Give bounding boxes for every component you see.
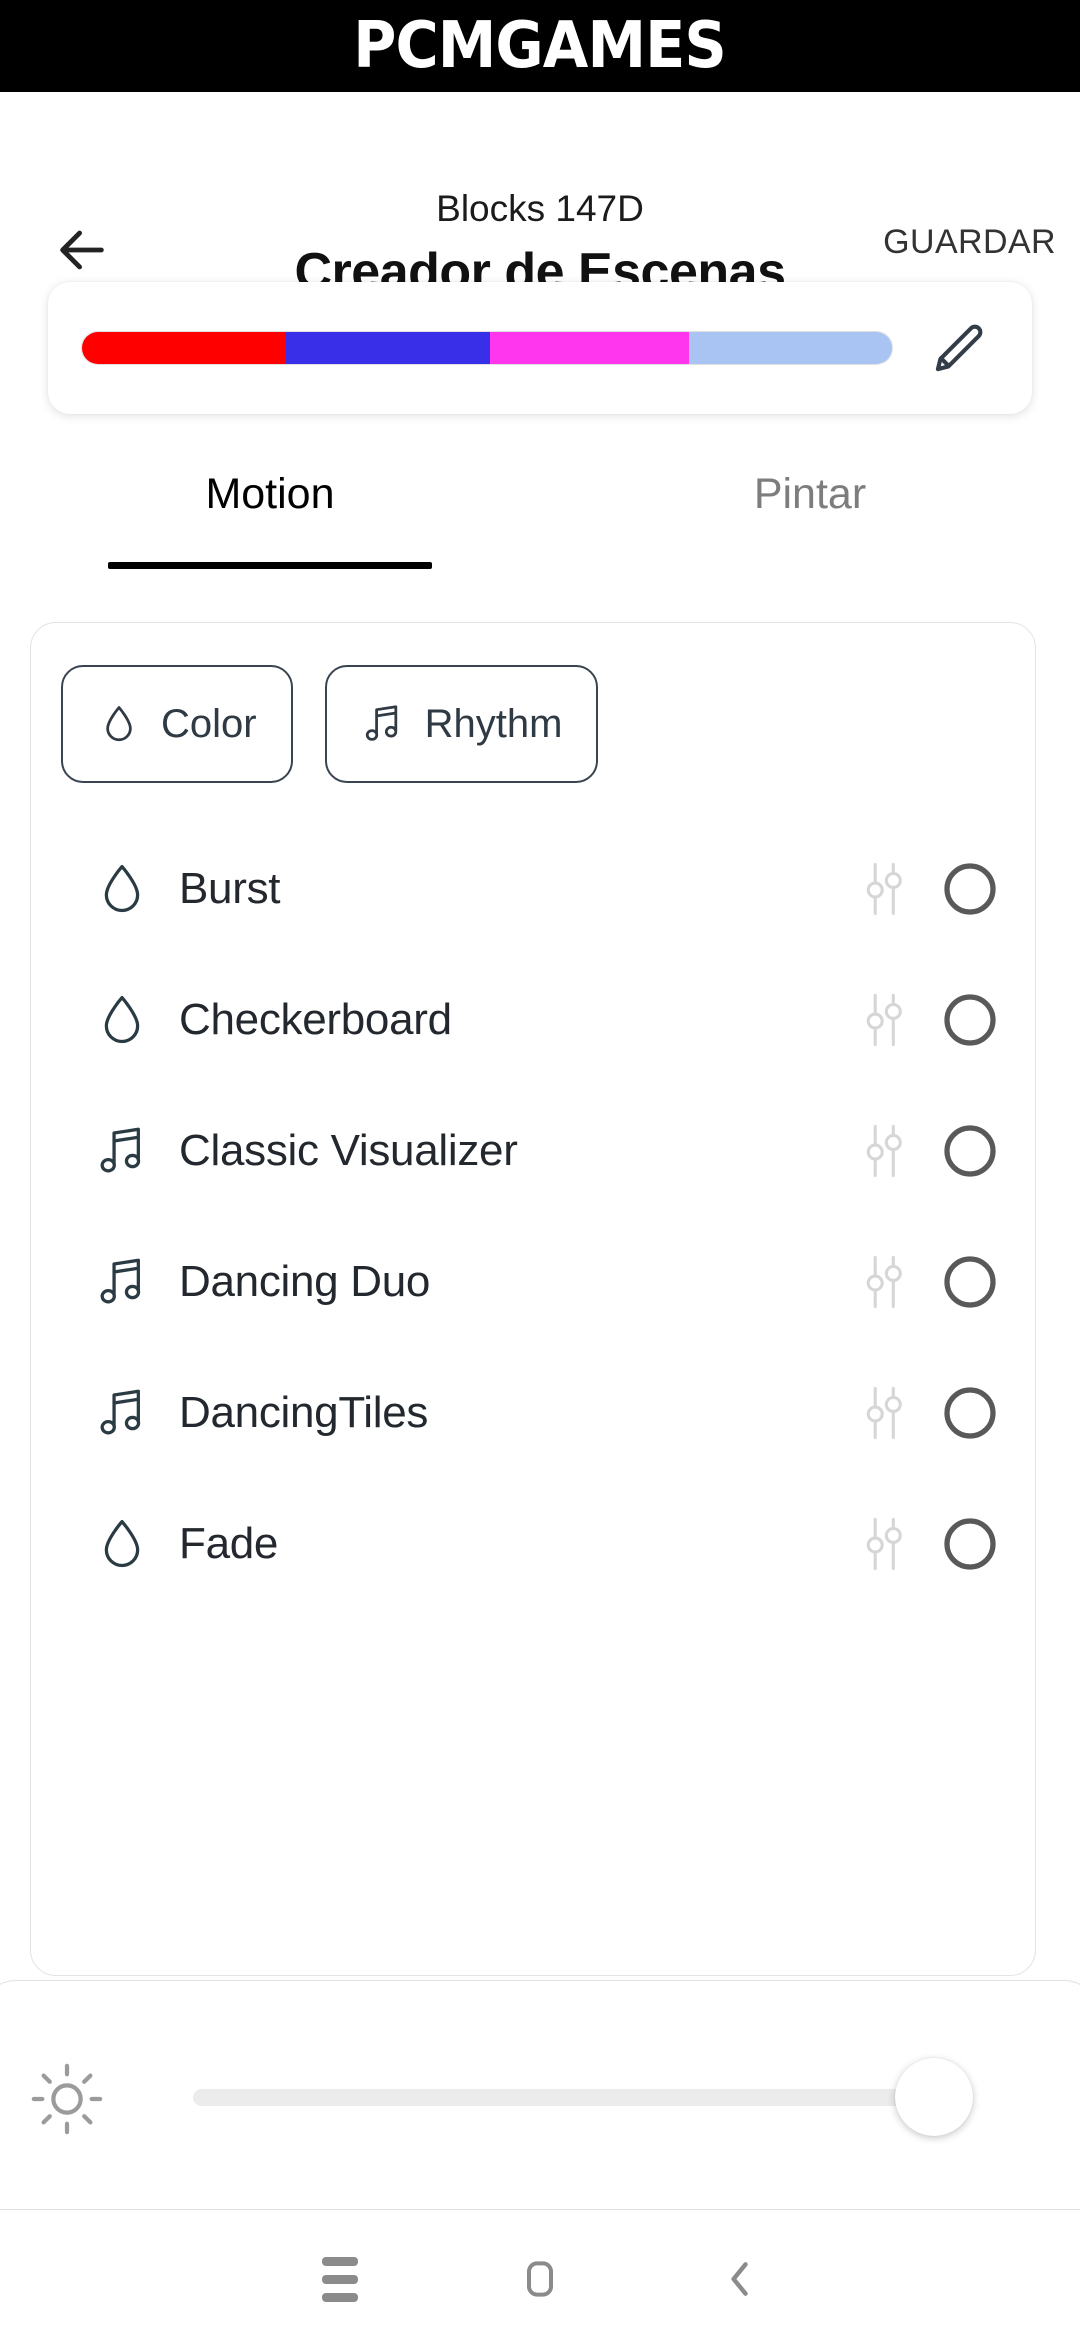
radio-button-icon xyxy=(944,1124,996,1177)
effect-radio-button[interactable] xyxy=(927,1514,1013,1574)
effect-row[interactable]: Burst xyxy=(31,823,1035,954)
sliders-icon xyxy=(866,1386,902,1439)
brightness-slider-thumb[interactable] xyxy=(895,2058,973,2136)
droplet-icon xyxy=(83,992,161,1048)
droplet-icon xyxy=(83,861,161,917)
effect-radio-button[interactable] xyxy=(927,1252,1013,1312)
effect-row[interactable]: Classic Visualizer xyxy=(31,1085,1035,1216)
sliders-icon xyxy=(866,1255,902,1308)
effect-row-label: DancingTiles xyxy=(179,1387,429,1437)
filter-chip-rhythm[interactable]: Rhythm xyxy=(324,665,599,783)
save-button[interactable]: GUARDAR xyxy=(883,223,1056,262)
music-note-icon xyxy=(100,1127,141,1172)
watermark-text: PCMGAMES xyxy=(353,9,728,83)
droplet-icon xyxy=(104,864,140,912)
music-note-icon xyxy=(83,1123,161,1179)
nav-home-button[interactable] xyxy=(440,2257,640,2301)
back-chevron-icon xyxy=(731,2262,748,2296)
nav-back-button[interactable] xyxy=(640,2257,840,2301)
effect-radio-button[interactable] xyxy=(927,1121,1013,1181)
filter-chip-rhythm-label: Rhythm xyxy=(424,701,563,746)
brightness-icon-button[interactable] xyxy=(21,2053,113,2145)
droplet-icon xyxy=(104,1519,140,1567)
effect-row-label: Burst xyxy=(179,863,281,913)
droplet-icon xyxy=(83,1516,161,1572)
brightness-sun-icon xyxy=(31,2063,103,2135)
tab-motion[interactable]: Motion xyxy=(54,470,486,519)
nav-recents-button[interactable] xyxy=(240,2256,440,2302)
effect-settings-button[interactable] xyxy=(841,1120,927,1182)
sliders-icon xyxy=(866,1517,902,1570)
music-note-icon xyxy=(100,1258,141,1303)
effect-radio-button[interactable] xyxy=(927,1383,1013,1443)
music-note-icon xyxy=(83,1254,161,1310)
radio-button-icon xyxy=(944,1517,996,1570)
effects-card: Color Rhythm Burst Checkerboard Classic Vi… xyxy=(30,622,1036,1976)
music-note-icon xyxy=(83,1385,161,1441)
palette-swatch-2[interactable] xyxy=(490,332,690,364)
tab-bar: Motion Pintar xyxy=(0,470,1080,580)
app-screen: PCMGAMES Blocks 147D Creador de Escenas … xyxy=(0,0,1080,2340)
effect-row[interactable]: Checkerboard xyxy=(31,954,1035,1085)
palette-swatch-1[interactable] xyxy=(286,332,491,364)
radio-button-icon xyxy=(944,993,996,1046)
effect-row-label: Fade xyxy=(179,1518,279,1568)
effect-settings-button[interactable] xyxy=(841,1382,927,1444)
droplet-icon xyxy=(104,995,140,1043)
app-bar: Blocks 147D Creador de Escenas GUARDAR xyxy=(0,92,1080,301)
effect-settings-button[interactable] xyxy=(841,989,927,1051)
brightness-panel xyxy=(0,1980,1080,2210)
sliders-icon xyxy=(866,993,902,1046)
palette-card xyxy=(48,282,1032,414)
effect-radio-button[interactable] xyxy=(927,990,1013,1050)
effect-row-label: Checkerboard xyxy=(179,994,452,1044)
music-note-icon xyxy=(365,705,397,741)
palette-color-bar[interactable] xyxy=(81,331,893,365)
recents-icon xyxy=(322,2256,358,2302)
effect-row-label: Dancing Duo xyxy=(179,1256,431,1306)
radio-button-icon xyxy=(944,862,996,915)
watermark-banner: PCMGAMES xyxy=(0,0,1080,92)
filter-chip-color-label: Color xyxy=(161,701,257,746)
music-note-icon xyxy=(100,1389,141,1434)
palette-swatch-3[interactable] xyxy=(689,332,892,364)
effects-list: Burst Checkerboard Classic Visualizer Danci… xyxy=(31,823,1035,1609)
radio-button-icon xyxy=(944,1386,996,1439)
android-nav-bar xyxy=(0,2218,1080,2340)
sliders-icon xyxy=(866,862,902,915)
effect-radio-button[interactable] xyxy=(927,859,1013,919)
sliders-icon xyxy=(866,1124,902,1177)
effect-row[interactable]: DancingTiles xyxy=(31,1347,1035,1478)
effect-row-label: Classic Visualizer xyxy=(179,1125,518,1175)
effect-row[interactable]: Fade xyxy=(31,1478,1035,1609)
radio-button-icon xyxy=(944,1255,996,1308)
tab-active-indicator xyxy=(108,562,432,569)
effect-settings-button[interactable] xyxy=(841,858,927,920)
filter-chip-group: Color Rhythm xyxy=(61,665,599,783)
tab-pintar[interactable]: Pintar xyxy=(594,470,1026,519)
brightness-slider-track[interactable] xyxy=(193,2089,973,2106)
effect-settings-button[interactable] xyxy=(841,1513,927,1575)
home-icon xyxy=(526,2261,554,2297)
edit-palette-button[interactable] xyxy=(920,314,992,386)
palette-swatch-0[interactable] xyxy=(82,332,287,364)
filter-chip-color[interactable]: Color xyxy=(61,665,293,783)
pencil-icon xyxy=(935,324,983,372)
droplet-icon xyxy=(106,706,132,742)
effect-settings-button[interactable] xyxy=(841,1251,927,1313)
effect-row[interactable]: Dancing Duo xyxy=(31,1216,1035,1347)
